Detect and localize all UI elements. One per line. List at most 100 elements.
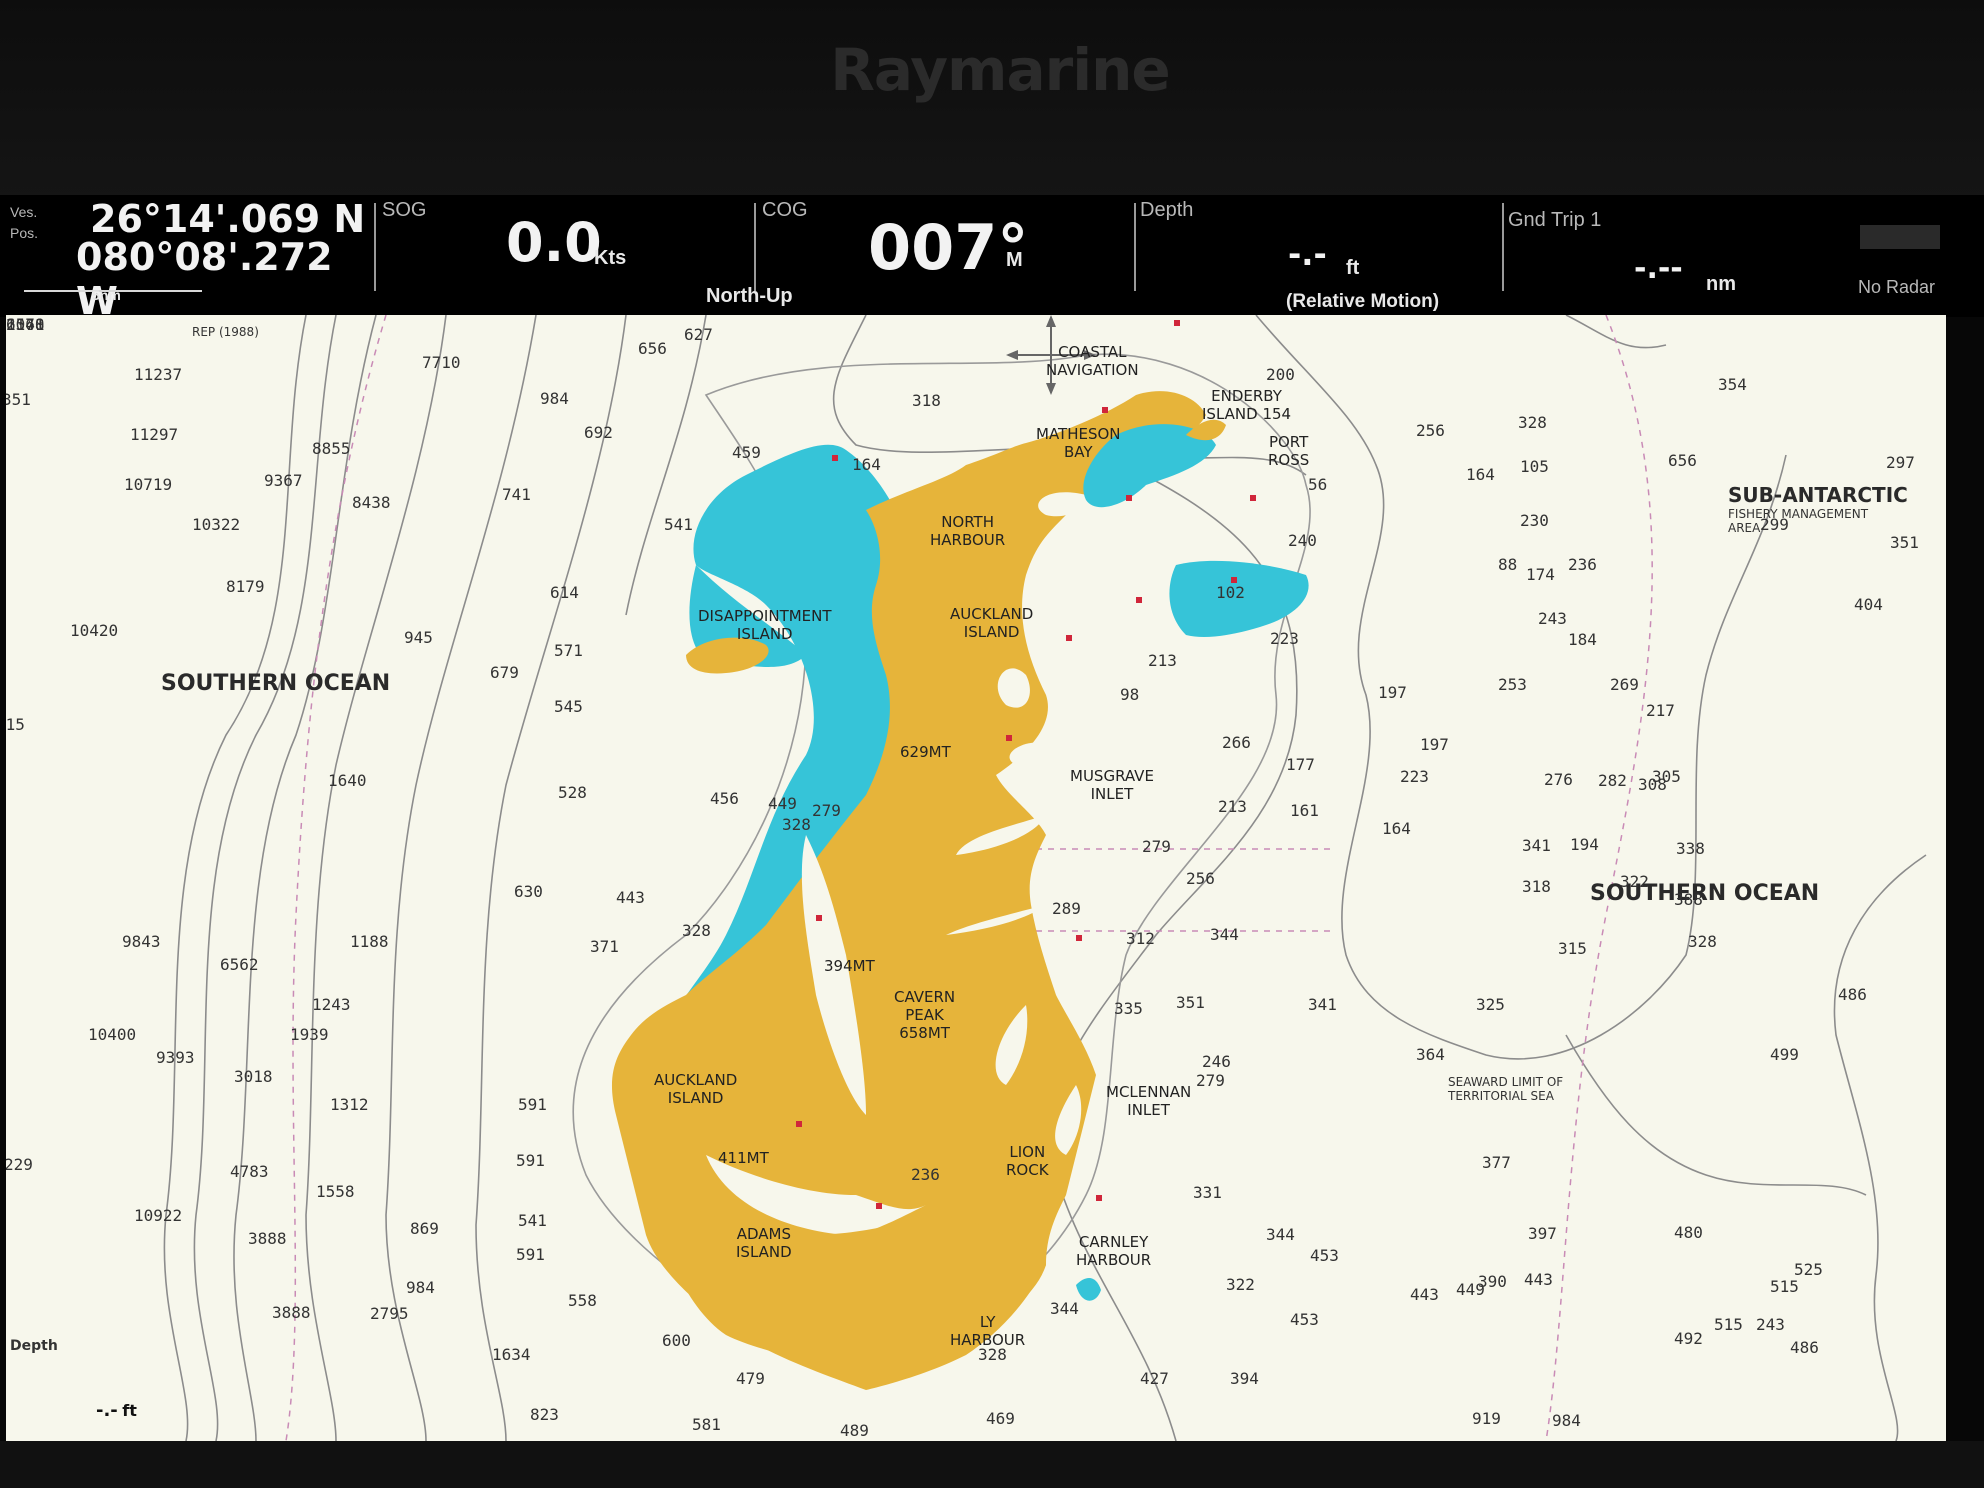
place-auckland-island-south: AUCKLAND ISLAND xyxy=(654,1071,738,1107)
place-peak-411: 411MT xyxy=(718,1149,769,1167)
sounding: 614 xyxy=(550,583,579,602)
sounding: 525 xyxy=(1794,1260,1823,1279)
sounding: 243 xyxy=(1756,1315,1785,1334)
sounding: 269 xyxy=(1610,675,1639,694)
place-mclennan-inlet: MCLENNAN INLET xyxy=(1106,1083,1192,1119)
sounding: 984 xyxy=(1552,1411,1581,1430)
sounding: 200 xyxy=(1266,365,1295,384)
place-musgrave-inlet: MUSGRAVE INLET xyxy=(1070,767,1154,803)
sounding: 328 xyxy=(1518,413,1547,432)
sounding: 282 xyxy=(1598,771,1627,790)
sounding: 266 xyxy=(1222,733,1251,752)
sounding: 571 xyxy=(554,641,583,660)
sounding: 984 xyxy=(540,389,569,408)
sounding: 279 xyxy=(1196,1071,1225,1090)
sounding: 6562 xyxy=(220,955,259,974)
sounding: 341 xyxy=(1522,836,1551,855)
sounding: 344 xyxy=(1266,1225,1295,1244)
sog-value: 0.0 xyxy=(506,211,602,274)
sounding: 394 xyxy=(1230,1369,1259,1388)
motion-mode[interactable]: (Relative Motion) xyxy=(1286,291,1439,313)
sounding: 443 xyxy=(616,888,645,907)
sounding: 328 xyxy=(978,1345,1007,1364)
label-sub-antarctic: SUB-ANTARCTIC xyxy=(1728,483,1908,507)
brand-logo: Raymarine xyxy=(830,36,1171,104)
sounding: 344 xyxy=(1050,1299,1079,1318)
sog-label: SOG xyxy=(382,199,427,221)
sounding: 230 xyxy=(1520,511,1549,530)
depth-cell[interactable]: Depth -.- ft (Relative Motion) xyxy=(1138,195,1498,317)
depth-unit: ft xyxy=(1346,257,1360,279)
sounding: 164 xyxy=(1466,465,1495,484)
sog-cell[interactable]: SOG 0.0 Kts xyxy=(378,195,750,317)
sounding: 240 xyxy=(1288,531,1317,550)
sounding: 9367 xyxy=(264,471,303,490)
place-cavern-peak: CAVERN PEAK 658MT xyxy=(894,988,956,1042)
sounding: 1312 xyxy=(330,1095,369,1114)
sounding: 315 xyxy=(1558,939,1587,958)
sounding: 1243 xyxy=(312,995,351,1014)
sounding: 480 xyxy=(1674,1223,1703,1242)
divider xyxy=(754,203,756,291)
sounding: 984 xyxy=(406,1278,435,1297)
sounding: 679 xyxy=(490,663,519,682)
sounding: 479 xyxy=(736,1369,765,1388)
depth-value: -.- xyxy=(1288,235,1327,273)
sounding: 823 xyxy=(530,1405,559,1424)
cog-label: COG xyxy=(762,199,808,221)
sounding: 377 xyxy=(1482,1153,1511,1172)
sounding: 194 xyxy=(1570,835,1599,854)
sounding: 102 xyxy=(1216,583,1245,602)
place-matheson-bay: MATHESON BAY xyxy=(1036,425,1121,461)
sounding: 351 xyxy=(6,390,31,409)
sounding: 322 xyxy=(1620,872,1649,891)
sounding: 164 xyxy=(1382,819,1411,838)
sounding: 453 xyxy=(1310,1246,1339,1265)
divider xyxy=(374,203,376,291)
sounding: 56 xyxy=(1308,475,1328,494)
sounding: 177 xyxy=(1286,755,1315,774)
sounding: 541 xyxy=(518,1211,547,1230)
trip-unit: nm xyxy=(1706,273,1736,295)
sounding: 197 xyxy=(1378,683,1407,702)
sounding: 253 xyxy=(1498,675,1527,694)
sounding: 656 xyxy=(638,339,667,358)
sounding: 213 xyxy=(1148,651,1177,670)
sounding: 1640 xyxy=(328,771,367,790)
sounding: 299 xyxy=(1760,515,1789,534)
divider xyxy=(1134,203,1136,291)
sounding: 279 xyxy=(1142,837,1171,856)
sounding: 364 xyxy=(1416,1045,1445,1064)
radar-cell[interactable]: No Radar xyxy=(1850,195,1984,317)
longitude-value: 080°08'.272 W xyxy=(76,235,333,323)
sounding: 558 xyxy=(568,1291,597,1310)
position-label-top: Ves. xyxy=(10,204,38,220)
sounding: 11297 xyxy=(130,425,179,444)
sounding: 338 xyxy=(1676,839,1705,858)
sounding: 213 xyxy=(1218,797,1247,816)
position-cell[interactable]: Ves. Pos. 26°14'.069 N 080°08'.272 W 5nm xyxy=(0,195,370,323)
sounding: 197 xyxy=(1420,735,1449,754)
sounding: 344 xyxy=(1210,925,1239,944)
sounding: 3888 xyxy=(248,1229,287,1248)
place-ly-harbour: LY HARBOUR xyxy=(950,1313,1026,1349)
device-bezel-bottom xyxy=(0,1441,1984,1488)
sounding: 9843 xyxy=(122,932,161,951)
chart-view[interactable]: SOUTHERN OCEAN SOUTHERN OCEAN SUB-ANTARC… xyxy=(6,315,1946,1441)
sounding: 256 xyxy=(1416,421,1445,440)
data-bar: Ves. Pos. 26°14'.069 N 080°08'.272 W 5nm… xyxy=(0,195,1984,323)
sounding: 591 xyxy=(516,1151,545,1170)
sounding: 174 xyxy=(1526,565,1555,584)
sounding: 515 xyxy=(1714,1315,1743,1334)
sounding: 331 xyxy=(1193,1183,1222,1202)
sounding: 4783 xyxy=(230,1162,269,1181)
sounding: 692 xyxy=(584,423,613,442)
label-seaward-limit: SEAWARD LIMIT OF TERRITORIAL SEA xyxy=(1448,1075,1564,1103)
orientation-mode[interactable]: North-Up xyxy=(706,285,793,308)
place-port-ross: PORT ROSS xyxy=(1268,433,1310,469)
place-north-harbour: NORTH HARBOUR xyxy=(930,513,1006,549)
cog-cell[interactable]: COG 007° M North-Up xyxy=(706,195,1132,317)
label-ocean-west: SOUTHERN OCEAN xyxy=(161,671,391,696)
sounding: 10420 xyxy=(70,621,119,640)
trip-cell[interactable]: Gnd Trip 1 -.-- nm xyxy=(1506,195,1846,317)
